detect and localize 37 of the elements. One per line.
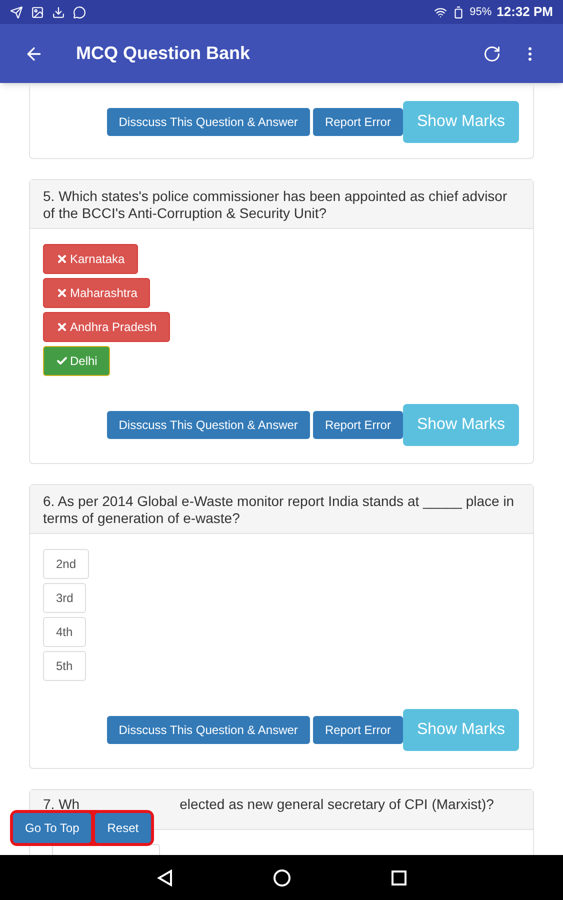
floating-button[interactable]: Reset <box>95 813 151 843</box>
answer-option[interactable]: 3rd <box>43 583 86 613</box>
battery-percent: 95% <box>470 4 492 20</box>
report-error-button[interactable]: Report Error <box>312 716 403 744</box>
discuss-button[interactable]: Disscuss This Question & Answer <box>106 411 310 439</box>
question-text: elected as new general secretary of CPI (Marxist)? <box>180 796 494 813</box>
wifi-icon <box>434 6 447 18</box>
correct-answer-option[interactable]: Delhi <box>43 346 110 376</box>
recents-square-icon[interactable] <box>390 870 406 886</box>
question-text: 6. As per 2014 Global e-Waste monitor report India stands at _____ place in terms of generation of e-waste? <box>30 485 533 534</box>
check-icon <box>56 355 68 367</box>
answer-option[interactable]: 2nd <box>43 549 90 579</box>
report-error-button[interactable]: Report Error <box>312 108 403 136</box>
battery-icon <box>452 6 465 18</box>
question-text: 7. Wh <box>43 796 80 813</box>
wrong-answer-option[interactable]: Andhra Pradesh <box>43 312 170 342</box>
wrong-answer-option[interactable]: Maharashtra <box>43 278 150 308</box>
image-icon <box>31 6 44 18</box>
cross-icon <box>56 253 68 265</box>
report-error-button[interactable]: Report Error <box>312 411 403 439</box>
discuss-button[interactable]: Disscuss This Question & Answer <box>106 716 310 744</box>
download-icon <box>52 6 65 18</box>
home-circle-icon[interactable] <box>272 868 290 886</box>
wrong-answer-option[interactable]: Karnataka <box>43 244 138 274</box>
discuss-button[interactable]: Disscuss This Question & Answer <box>106 108 310 136</box>
refresh-icon[interactable] <box>483 44 501 62</box>
back-triangle-icon[interactable] <box>156 868 172 886</box>
cross-icon <box>56 287 68 299</box>
question-text: 5. Which states's police commissioner has been appointed as chief advisor of the BCCI's Anti-Corruption & Security Unit? <box>30 180 533 229</box>
app-title: MCQ Question Bank <box>76 42 250 65</box>
chat-icon <box>73 6 86 18</box>
cross-icon <box>56 321 68 333</box>
answer-option[interactable]: 5th <box>43 651 86 681</box>
clock-time: 12:32 PM <box>496 3 553 22</box>
floating-button[interactable]: Go To Top <box>13 813 92 843</box>
send-icon <box>10 6 23 18</box>
answer-option[interactable]: 4th <box>43 617 86 647</box>
